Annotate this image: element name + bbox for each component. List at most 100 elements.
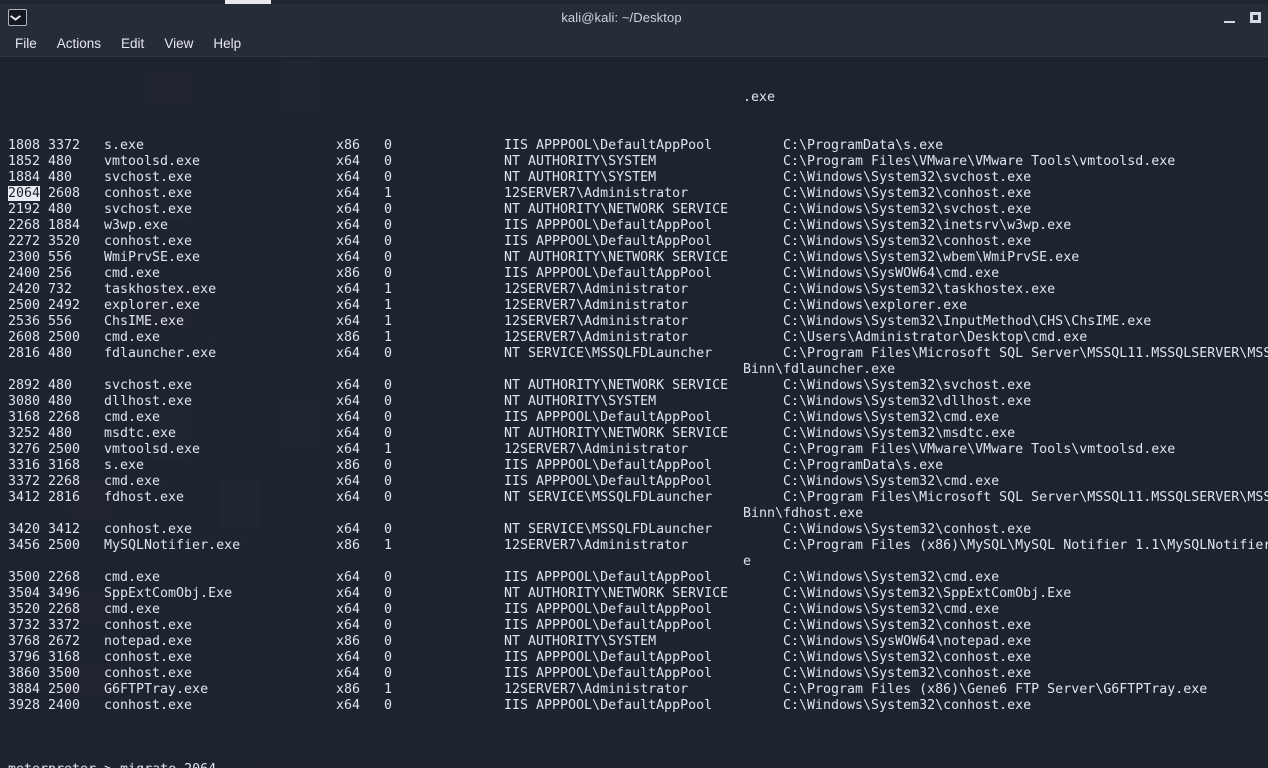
table-row[interactable]: 2536 556 ChsIME.exe x64 1 12SERVER7\Administr…: [8, 314, 1268, 330]
cell-arch: x64: [336, 314, 361, 329]
table-row[interactable]: 3768 2672 notepad.exe x86 0 NT AUTHORITY\SYST…: [8, 634, 1268, 650]
table-row[interactable]: 2892 480 svchost.exe x64 0 NT AUTHORITY\NETWO…: [8, 378, 1268, 394]
cell-user: NT AUTHORITY\NETWORK SERVICE: [504, 202, 729, 217]
cell-arch: x64: [336, 154, 361, 169]
table-row[interactable]: 1884 480 svchost.exe x64 0 NT AUTHORITY\SYSTE…: [8, 170, 1268, 186]
cell-name: conhost.exe: [104, 698, 193, 713]
table-row[interactable]: 3168 2268 cmd.exe x64 0 IIS APPPOOL\DefaultAp…: [8, 410, 1268, 426]
cell-ppid: 2672: [48, 634, 81, 649]
cell-user: IIS APPPOOL\DefaultAppPool: [504, 698, 713, 713]
table-row[interactable]: 2268 1884 w3wp.exe x64 0 IIS APPPOOL\DefaultA…: [8, 218, 1268, 234]
cell-path: C:\Windows\System32\svchost.exe: [783, 202, 1032, 217]
cell-session: 1: [384, 442, 393, 457]
cell-pid: 2892: [8, 378, 41, 393]
table-row[interactable]: 3372 2268 cmd.exe x64 0 IIS APPPOOL\DefaultAp…: [8, 474, 1268, 490]
menu-help[interactable]: Help: [204, 33, 250, 54]
table-row[interactable]: 2608 2500 cmd.exe x86 1 12SERVER7\Administrat…: [8, 330, 1268, 346]
table-row[interactable]: 2300 556 WmiPrvSE.exe x64 0 NT AUTHORITY\NETW…: [8, 250, 1268, 266]
cell-arch: x64: [336, 666, 361, 681]
table-row[interactable]: 2420 732 taskhostex.exe x64 1 12SERVER7\Admin…: [8, 282, 1268, 298]
cell-name: svchost.exe: [104, 378, 193, 393]
cell-name: conhost.exe: [104, 618, 193, 633]
cell-path: C:\Windows\System32\dllhost.exe: [783, 394, 1032, 409]
cell-arch: x64: [336, 522, 361, 537]
cell-user: NT SERVICE\MSSQLFDLauncher: [504, 346, 713, 361]
table-row[interactable]: 1808 3372 s.exe x86 0 IIS APPPOOL\DefaultAppP…: [8, 138, 1268, 154]
table-row[interactable]: 2272 3520 conhost.exe x64 0 IIS APPPOOL\Defau…: [8, 234, 1268, 250]
cell-arch: x86: [336, 682, 361, 697]
cell-session: 0: [384, 410, 393, 425]
cell-arch: x64: [336, 346, 361, 361]
selected-pid[interactable]: 2064: [8, 186, 41, 201]
cell-session: 0: [384, 458, 393, 473]
cell-name: cmd.exe: [104, 330, 161, 345]
cell-pid: 3884: [8, 682, 41, 697]
table-row[interactable]: 3412 2816 fdhost.exe x64 0 NT SERVICE\MSSQLFD…: [8, 490, 1268, 506]
table-row[interactable]: 3520 2268 cmd.exe x64 0 IIS APPPOOL\DefaultAp…: [8, 602, 1268, 618]
table-row[interactable]: 3456 2500 MySQLNotifier.exe x86 1 12SERVER7\A…: [8, 538, 1268, 554]
minimize-button[interactable]: [1216, 4, 1242, 31]
table-row[interactable]: 3732 3372 conhost.exe x64 0 IIS APPPOOL\Defau…: [8, 618, 1268, 634]
table-row[interactable]: 3420 3412 conhost.exe x64 0 NT SERVICE\MSSQLF…: [8, 522, 1268, 538]
table-row[interactable]: 2500 2492 explorer.exe x64 1 12SERVER7\Admini…: [8, 298, 1268, 314]
wrapped-path-fragment: .exe: [8, 90, 1268, 106]
table-row[interactable]: 3316 3168 s.exe x86 0 IIS APPPOOL\DefaultAppP…: [8, 458, 1268, 474]
menu-bar: File Actions Edit View Help: [0, 31, 1268, 57]
menu-file[interactable]: File: [6, 33, 46, 54]
cell-session: 1: [384, 538, 393, 553]
cell-pid: 3928: [8, 698, 41, 713]
table-row[interactable]: 3276 2500 vmtoolsd.exe x64 1 12SERVER7\Admini…: [8, 442, 1268, 458]
cell-path: C:\Windows\System32\cmd.exe: [783, 570, 1000, 585]
cell-session: 1: [384, 330, 393, 345]
cell-session: 0: [384, 250, 393, 265]
cell-path: C:\Windows\System32\cmd.exe: [783, 410, 1000, 425]
cell-session: 0: [384, 586, 393, 601]
table-row[interactable]: 2064 2608 conhost.exe x64 1 12SERVER7\Adminis…: [8, 186, 1268, 202]
cell-ppid: 480: [48, 202, 73, 217]
cell-path: C:\Program Files\Microsoft SQL Server\MS…: [783, 490, 1268, 505]
table-row[interactable]: 3080 480 dllhost.exe x64 0 NT AUTHORITY\SYSTE…: [8, 394, 1268, 410]
cell-name: svchost.exe: [104, 202, 193, 217]
cell-arch: x64: [336, 282, 361, 297]
cell-user: IIS APPPOOL\DefaultAppPool: [504, 474, 713, 489]
cell-pid: 2536: [8, 314, 41, 329]
cell-user: IIS APPPOOL\DefaultAppPool: [504, 234, 713, 249]
cell-arch: x64: [336, 442, 361, 457]
table-row[interactable]: 2816 480 fdlauncher.exe x64 0 NT SERVICE\MSSQ…: [8, 346, 1268, 362]
cell-ppid: 556: [48, 314, 73, 329]
table-row[interactable]: 3860 3500 conhost.exe x64 0 IIS APPPOOL\Defau…: [8, 666, 1268, 682]
menu-edit[interactable]: Edit: [112, 33, 153, 54]
cell-pid: 1884: [8, 170, 41, 185]
cell-name: cmd.exe: [104, 570, 161, 585]
cell-path: C:\Windows\explorer.exe: [783, 298, 968, 313]
cell-ppid: 3372: [48, 618, 81, 633]
cell-pid: 2608: [8, 330, 41, 345]
cell-session: 0: [384, 666, 393, 681]
table-row[interactable]: 3884 2500 G6FTPTray.exe x86 1 12SERVER7\Admin…: [8, 682, 1268, 698]
table-row[interactable]: 2192 480 svchost.exe x64 0 NT AUTHORITY\NETWO…: [8, 202, 1268, 218]
table-row[interactable]: 3504 3496 SppExtComObj.Exe x64 0 NT AUTHORITY…: [8, 586, 1268, 602]
cell-session: 0: [384, 346, 393, 361]
terminal-output[interactable]: .exe 1808 3372 s.exe x86 0 IIS APPPOOL\Defaul…: [0, 57, 1268, 768]
maximize-button[interactable]: [1242, 4, 1268, 31]
table-row[interactable]: 3252 480 msdtc.exe x64 0 NT AUTHORITY\NETWORK…: [8, 426, 1268, 442]
table-row[interactable]: 2400 256 cmd.exe x86 0 IIS APPPOOL\DefaultApp…: [8, 266, 1268, 282]
table-row[interactable]: 3928 2400 conhost.exe x64 0 IIS APPPOOL\Defau…: [8, 698, 1268, 714]
table-row[interactable]: 3500 2268 cmd.exe x64 0 IIS APPPOOL\DefaultAp…: [8, 570, 1268, 586]
cell-path: C:\Program Files\VMware\VMware Tools\vmt…: [783, 442, 1176, 457]
cell-pid: 3412: [8, 490, 41, 505]
cell-path: C:\ProgramData\s.exe: [783, 138, 944, 153]
cell-ppid: 1884: [48, 218, 81, 233]
cell-pid: 1852: [8, 154, 41, 169]
cell-session: 0: [384, 522, 393, 537]
menu-actions[interactable]: Actions: [48, 33, 110, 54]
minimize-icon: [1223, 20, 1235, 23]
menu-view[interactable]: View: [155, 33, 202, 54]
table-row[interactable]: 1852 480 vmtoolsd.exe x64 0 NT AUTHORITY\SYST…: [8, 154, 1268, 170]
table-row[interactable]: 3796 3168 conhost.exe x64 0 IIS APPPOOL\Defau…: [8, 650, 1268, 666]
cell-session: 0: [384, 634, 393, 649]
cell-user: 12SERVER7\Administrator: [504, 314, 689, 329]
cell-ppid: 2500: [48, 442, 81, 457]
cell-arch: x64: [336, 602, 361, 617]
cell-user: 12SERVER7\Administrator: [504, 282, 689, 297]
